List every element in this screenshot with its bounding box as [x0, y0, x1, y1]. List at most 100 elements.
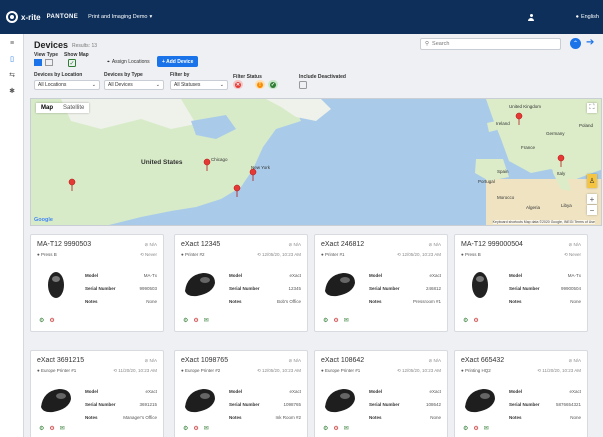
main-content: Devices Results: 13 ⚲ Search ⌃ ➔ View Ty… — [24, 34, 603, 437]
device-status: ⊘ N/A — [288, 358, 301, 363]
device-last-updated: ⟲ Never — [563, 252, 581, 257]
fullscreen-button[interactable]: ⛶ — [587, 103, 597, 113]
settings-icon[interactable]: ⚙ — [39, 425, 44, 432]
chevron-down-icon: ▾ — [149, 14, 153, 20]
devices-icon[interactable]: ▯ — [0, 52, 24, 66]
alert-icon[interactable]: ⚙ — [333, 317, 338, 324]
device-status: ⊘ N/A — [288, 242, 301, 247]
settings-icon[interactable]: ⚙ — [183, 317, 188, 324]
search-icon: ⚲ — [425, 41, 430, 47]
serial-label: Serial Number — [229, 286, 260, 291]
device-card[interactable]: eXact 3691215 ⊘ N/A ● Europe Printer #1 … — [30, 350, 164, 437]
send-icon[interactable]: ✉ — [484, 425, 489, 432]
menu-icon[interactable]: ≡ — [0, 36, 24, 50]
alert-icon[interactable]: ⚙ — [193, 425, 198, 432]
notes-label: Notes — [229, 415, 242, 420]
model-value: eXact — [145, 389, 157, 394]
device-image — [185, 389, 215, 413]
device-location: ● Printer #2 — [181, 252, 205, 257]
notes-label: Notes — [229, 299, 242, 304]
list-view-icon[interactable] — [45, 59, 53, 66]
send-icon[interactable]: ✉ — [204, 317, 209, 324]
brand-name: x-rite — [21, 12, 41, 22]
workspace-selector[interactable]: Print and Imaging Demo ▾ — [88, 14, 152, 20]
device-card[interactable]: eXact 1098765 ⊘ N/A ● Europe Printer #2 … — [174, 350, 308, 437]
notes-value: Manager's Office — [123, 415, 157, 420]
assign-locations-button[interactable]: ⌖ Assign Locations — [103, 57, 154, 67]
tab-map[interactable]: Map — [36, 103, 58, 113]
show-map-label: Show Map — [64, 52, 89, 58]
alert-icon[interactable]: ⚙ — [49, 425, 54, 432]
device-map[interactable]: Map Satellite United States Ireland Unit… — [30, 98, 602, 226]
grid-view-icon[interactable] — [34, 59, 42, 66]
show-map-checkbox[interactable]: ✓ — [68, 59, 76, 67]
alert-icon[interactable]: ⚙ — [473, 425, 478, 432]
gear-icon[interactable]: ✱ — [0, 84, 24, 98]
add-device-button[interactable]: + Add Device — [157, 56, 199, 67]
device-card[interactable]: MA-T12 9990503 ⊘ N/A ● Press B ⟲ Never M… — [30, 234, 164, 332]
device-card[interactable]: eXact 108642 ⊘ N/A ● Europe Printer #1 ⟲… — [314, 350, 448, 437]
error-status-toggle[interactable]: ✕ — [233, 80, 243, 89]
type-value: All Devices — [108, 82, 133, 88]
status-select[interactable]: All Statuses ⌄ — [170, 80, 228, 90]
model-value: MA-Tx — [567, 273, 581, 278]
notes-label: Notes — [369, 299, 382, 304]
alert-icon[interactable]: ⚙ — [49, 317, 54, 324]
search-input[interactable]: ⚲ Search — [420, 38, 561, 50]
device-card[interactable]: eXact 665432 ⊘ N/A ● Printing HQ2 ⟲ 11/2… — [454, 350, 588, 437]
sidebar: ≡ ▯ ⇆ ✱ — [0, 34, 24, 437]
pegman-icon[interactable]: ♙ — [587, 174, 597, 188]
location-select[interactable]: All Locations ⌄ — [34, 80, 100, 90]
send-icon[interactable]: ✉ — [60, 425, 65, 432]
zoom-out-button[interactable]: − — [587, 205, 597, 215]
serial-label: Serial Number — [369, 286, 400, 291]
serial-label: Serial Number — [229, 402, 260, 407]
serial-value: 3691215 — [139, 402, 157, 407]
device-status: ⊘ N/A — [568, 242, 581, 247]
type-select[interactable]: All Devices ⌄ — [104, 80, 164, 90]
send-icon[interactable]: ✉ — [344, 317, 349, 324]
serial-value: 246812 — [425, 286, 441, 291]
warning-status-toggle[interactable]: ! — [255, 80, 265, 89]
settings-icon[interactable]: ⚙ — [323, 425, 328, 432]
user-icon[interactable] — [528, 14, 534, 21]
notes-label: Notes — [85, 299, 98, 304]
location-value: All Locations — [38, 82, 67, 88]
send-icon[interactable]: ✉ — [344, 425, 349, 432]
page-title: Devices — [34, 40, 69, 50]
device-title: eXact 12345 — [181, 241, 221, 248]
model-value: eXact — [429, 389, 441, 394]
model-label: Model — [85, 389, 98, 394]
settings-sliders-icon[interactable]: ⇆ — [0, 68, 24, 82]
settings-icon[interactable]: ⚙ — [463, 425, 468, 432]
device-card[interactable]: eXact 246812 ⊘ N/A ● Printer #1 ⟲ 12/05/… — [314, 234, 448, 332]
settings-icon[interactable]: ⚙ — [323, 317, 328, 324]
alert-icon[interactable]: ⚙ — [193, 317, 198, 324]
serial-value: 12345 — [288, 286, 301, 291]
scroll-up-button[interactable]: ⌃ — [570, 38, 581, 49]
settings-icon[interactable]: ⚙ — [183, 425, 188, 432]
settings-icon[interactable]: ⚙ — [463, 317, 468, 324]
map-type-tabs: Map Satellite — [36, 103, 90, 113]
language-selector[interactable]: ● English — [576, 14, 599, 20]
device-image — [48, 272, 64, 298]
export-icon[interactable]: ➔ — [586, 37, 598, 49]
device-status: ⊘ N/A — [428, 242, 441, 247]
tab-satellite[interactable]: Satellite — [58, 103, 89, 113]
device-card[interactable]: eXact 12345 ⊘ N/A ● Printer #2 ⟲ 12/05/2… — [174, 234, 308, 332]
location-filter-label: Devices by Location — [34, 72, 83, 78]
notes-value: Pressroom #1 — [412, 299, 441, 304]
alert-icon[interactable]: ⚙ — [473, 317, 478, 324]
device-card[interactable]: MA-T12 999000504 ⊘ N/A ● Press B ⟲ Never… — [454, 234, 588, 332]
alert-icon[interactable]: ⚙ — [333, 425, 338, 432]
deactivated-checkbox[interactable] — [299, 81, 307, 89]
serial-label: Serial Number — [509, 402, 540, 407]
warning-icon: ! — [257, 81, 263, 88]
ok-status-toggle[interactable]: ✓ — [268, 80, 278, 89]
settings-icon[interactable]: ⚙ — [39, 317, 44, 324]
serial-label: Serial Number — [369, 402, 400, 407]
send-icon[interactable]: ✉ — [204, 425, 209, 432]
zoom-in-button[interactable]: + — [587, 194, 597, 204]
device-location: ● Press B — [37, 252, 57, 257]
device-status: ⊘ N/A — [144, 358, 157, 363]
